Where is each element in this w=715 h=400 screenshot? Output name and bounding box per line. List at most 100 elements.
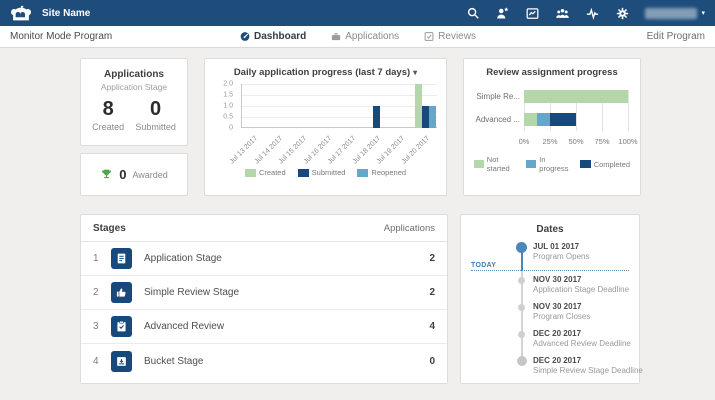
timeline-event: NOV 30 2017 Program Closes [471,302,629,329]
stages-title: Stages [93,223,126,234]
stage-label: Advanced Review [144,321,224,332]
stage-number: 2 [93,287,103,298]
legend-item-reopened: Reopened [357,168,406,177]
reviewer-icon[interactable] [495,6,510,21]
applications-column-header: Applications [384,223,435,234]
stat-submitted: 0 Submitted [135,99,176,132]
dates-card: Dates JUL 01 2017 Program Opens TODAY NO… [460,214,640,384]
site-logo[interactable] [10,5,32,22]
chevron-down-icon: ▾ [701,9,705,17]
dates-title: Dates [471,224,629,235]
legend-swatch [298,169,309,177]
thumbs-up-icon [111,282,132,303]
edit-program-link[interactable]: Edit Program [647,31,705,42]
tab-reviews[interactable]: Reviews [423,31,476,42]
category-column [242,84,267,128]
review-xlabels: 0%25%50%75%100% [524,136,628,148]
reviews-icon [423,31,434,42]
tab-label: Applications [345,31,399,42]
timeline-dot-upcoming [518,277,525,284]
timeline-dot-upcoming [518,331,525,338]
clipboard-check-icon [111,316,132,337]
category-column [316,84,341,128]
timeline-event: DEC 20 2017 Advanced Review Deadline [471,329,629,356]
tab-dashboard[interactable]: Dashboard [239,31,306,42]
legend-swatch [474,160,484,168]
awarded-card: 0 Awarded [80,153,188,196]
review-bar-track [524,90,628,103]
awarded-label: Awarded [132,170,167,180]
daily-progress-card: Daily application progress (last 7 days)… [204,58,447,196]
search-icon[interactable] [465,6,480,21]
card-title: Applications [81,69,187,80]
bucket-icon [111,351,132,372]
category-column [414,84,439,128]
y-tick-label: 1.0 [223,103,233,110]
bar-created [415,84,422,128]
bar-submitted [373,106,380,128]
tab-label: Dashboard [254,31,306,42]
y-tick-label: 2.0 [223,81,233,88]
segment-completed [550,113,576,126]
stat-value: 8 [92,99,124,119]
legend-item-submitted: Submitted [298,168,346,177]
stat-label: Submitted [135,122,176,132]
today-marker: TODAY [471,263,629,271]
review-chart: Simple Re...Advanced ... 0%25%50%75%100% [474,90,630,148]
activity-icon[interactable] [585,6,600,21]
settings-icon[interactable] [615,6,630,21]
stage-row-simple-review[interactable]: 2 Simple Review Stage 2 [81,276,447,310]
stat-label: Created [92,122,124,132]
tabs: Dashboard Applications Reviews [239,31,476,42]
legend-swatch [245,169,256,177]
timeline-event: NOV 30 2017 Application Stage Deadline [471,275,629,302]
daily-chart-title-dropdown[interactable]: Daily application progress (last 7 days)… [213,67,438,78]
stage-number: 4 [93,356,103,367]
timeline-event: DEC 20 2017 Simple Review Stage Deadline [471,356,629,383]
stage-row-application-stage[interactable]: 1 Application Stage 2 [81,242,447,276]
stage-label: Application Stage [144,253,222,264]
category-column [365,84,390,128]
timeline-dot-end [517,356,527,366]
event-label: Advanced Review Deadline [533,339,629,349]
team-icon[interactable] [555,6,570,21]
bar-submitted [422,106,429,128]
event-date: NOV 30 2017 [533,302,629,312]
program-name: Monitor Mode Program [10,31,112,42]
x-tick-label: 75% [594,137,609,146]
tab-label: Reviews [438,31,476,42]
user-name-redacted [645,8,697,19]
timeline-event: JUL 01 2017 Program Opens [471,242,629,263]
card-subtitle: Application Stage [81,82,187,92]
bar-reopened [429,106,436,128]
stat-value: 0 [135,99,176,119]
legend-item-created: Created [245,168,286,177]
stage-label: Bucket Stage [144,356,203,367]
dashboard-icon [239,31,250,42]
user-menu[interactable]: ▾ [645,8,705,19]
site-name: Site Name [42,8,90,19]
stage-row-advanced-review[interactable]: 3 Advanced Review 4 [81,310,447,344]
stage-count: 4 [429,321,435,332]
legend-label: Submitted [312,168,346,177]
tab-applications[interactable]: Applications [330,31,399,42]
stat-created: 8 Created [92,99,124,132]
segment-in-progress [537,113,550,126]
reports-icon[interactable] [525,6,540,21]
event-date: JUL 01 2017 [533,242,629,252]
event-date: DEC 20 2017 [533,356,629,366]
awarded-value: 0 [119,167,126,182]
review-legend: Not startedIn progressCompleted [474,155,630,173]
stages-header: Stages Applications [81,215,447,242]
stage-row-bucket-stage[interactable]: 4 Bucket Stage 0 [81,344,447,378]
daily-cols [242,84,438,128]
y-tick-label: 0.5 [223,114,233,121]
x-tick-label: 50% [568,137,583,146]
event-label: Application Stage Deadline [533,285,629,295]
category-column [389,84,414,128]
segment-not-started [524,113,537,126]
event-date: NOV 30 2017 [533,275,629,285]
x-tick-label: 0% [519,137,530,146]
review-row-label: Advanced ... [474,115,520,124]
legend-label: Created [259,168,286,177]
